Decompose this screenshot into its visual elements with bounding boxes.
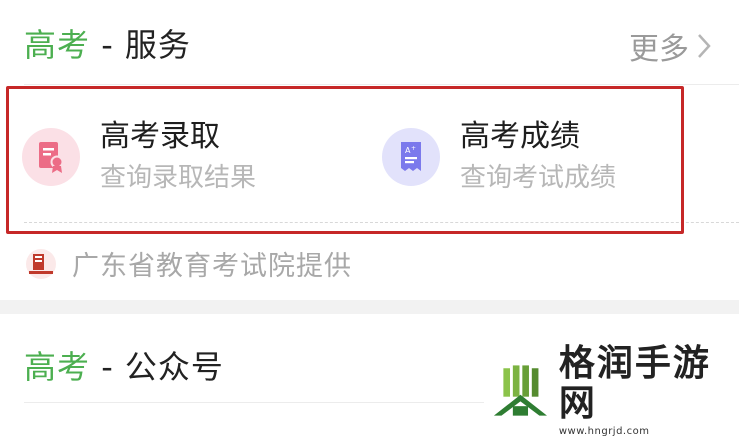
more-label: 更多: [629, 32, 689, 67]
official-account-section-title: 高考 - 公众号: [24, 342, 224, 388]
section-separator: [0, 300, 739, 314]
more-link[interactable]: 更多: [629, 24, 711, 68]
watermark-logo-icon: [493, 364, 547, 416]
services-title-accent: 高考: [24, 26, 91, 64]
header-divider: [24, 84, 739, 85]
provider-row: 广东省教育考试院提供: [24, 244, 352, 283]
exam-authority-logo-icon: [26, 248, 56, 279]
watermark-title: 格润手游网: [558, 343, 711, 424]
bottom-divider: [24, 402, 484, 403]
services-title-rest: - 服务: [90, 26, 191, 64]
watermark: 格润手游网 www.hngrjd.com: [492, 344, 739, 437]
highlight-box: [6, 86, 684, 234]
provider-text: 广东省教育考试院提供: [72, 251, 352, 282]
official-title-accent: 高考: [24, 348, 91, 386]
chevron-right-icon: [698, 34, 711, 58]
services-section-title: 高考 - 服务: [24, 20, 191, 66]
watermark-url: www.hngrjd.com: [558, 426, 650, 437]
official-title-rest: - 公众号: [90, 348, 224, 386]
